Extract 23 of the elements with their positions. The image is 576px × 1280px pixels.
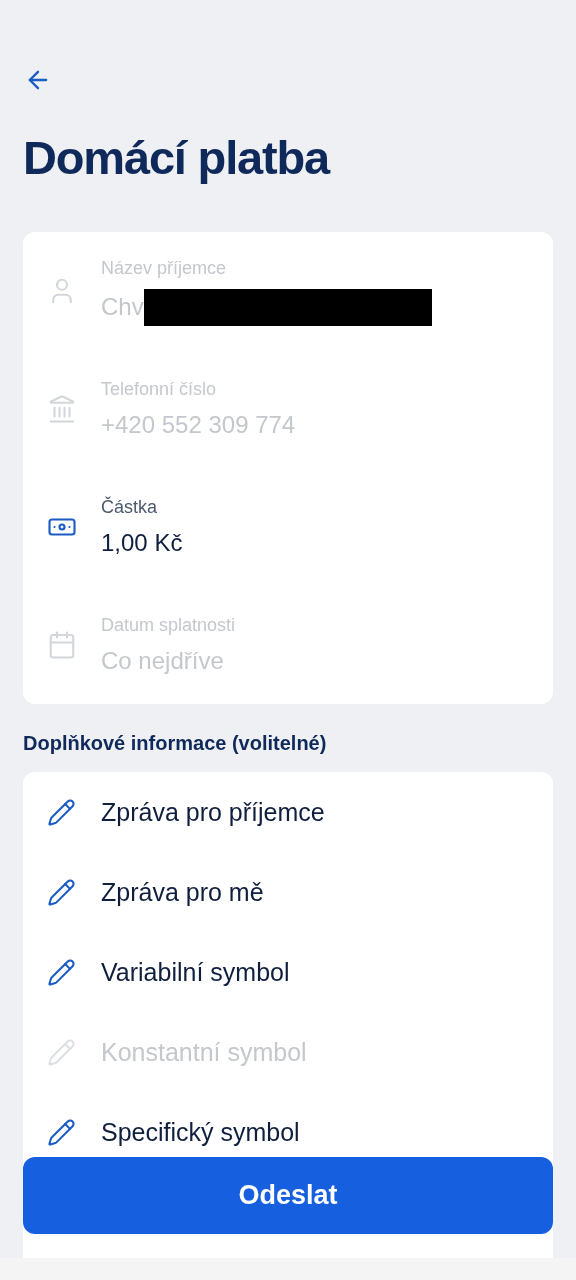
calendar-icon — [47, 630, 77, 660]
option-label: Konstantní symbol — [101, 1037, 307, 1067]
option-label[interactable]: Specifický symbol — [101, 1117, 300, 1147]
bank-icon — [47, 394, 77, 424]
pencil-icon — [47, 957, 76, 987]
page-title: Domácí platba — [23, 130, 331, 186]
option-label[interactable]: Zpráva pro mě — [101, 877, 264, 907]
field-value: Chv — [101, 292, 144, 322]
pencil-icon — [47, 877, 76, 907]
section-title: Doplňkové informace (volitelné) — [23, 731, 328, 756]
pencil-icon — [47, 797, 76, 827]
field-label: Datum splatnosti — [101, 614, 236, 636]
field-label: Částka — [101, 496, 159, 518]
option-label[interactable]: Zpráva pro příjemce — [101, 797, 325, 827]
pencil-icon — [47, 1117, 76, 1147]
field-value: Co nejdříve — [101, 646, 224, 676]
field-label: Název příjemce — [101, 256, 228, 279]
field-value: 1,00 Kč — [101, 528, 183, 558]
field-value: +420 552 309 774 — [101, 410, 296, 440]
submit-button[interactable]: Odeslat — [23, 1157, 553, 1234]
option-label[interactable]: Variabilní symbol — [101, 957, 290, 987]
pencil-icon — [47, 1037, 76, 1067]
field-label: Telefonní číslo — [101, 378, 218, 400]
